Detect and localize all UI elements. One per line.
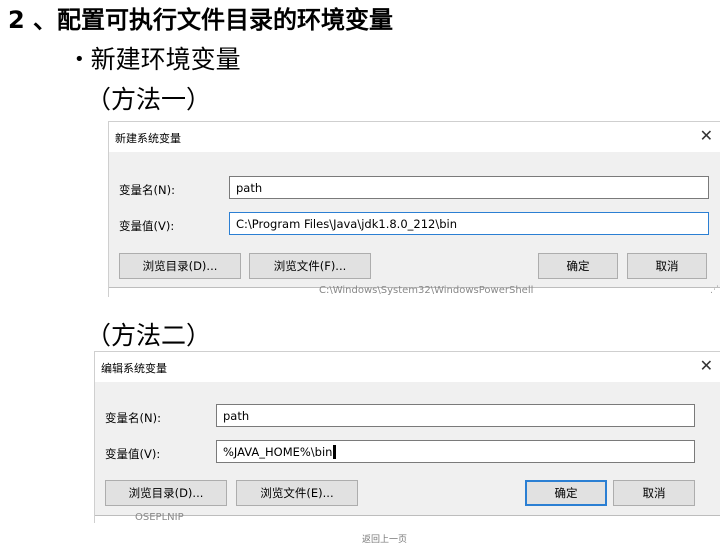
new-variable-dialog: 新建系统变量 ✕ 变量名(N): path 变量值(V): C:\Program… xyxy=(108,121,720,297)
bullet-marker: • xyxy=(74,49,85,70)
variable-name-input[interactable]: path xyxy=(216,404,695,427)
dialog-titlebar: 新建系统变量 ✕ xyxy=(109,122,720,152)
cancel-button[interactable]: 取消 xyxy=(627,253,707,279)
background-window-border xyxy=(95,515,720,516)
browse-file-button[interactable]: 浏览文件(F)... xyxy=(249,253,371,279)
background-window: C:\Windows\System32\WindowsPowerShell xyxy=(109,285,720,297)
browse-file-button[interactable]: 浏览文件(E)... xyxy=(236,480,358,506)
variable-value-input[interactable]: %JAVA_HOME%\bin xyxy=(216,440,695,463)
browse-directory-button[interactable]: 浏览目录(D)... xyxy=(119,253,241,279)
cancel-button[interactable]: 取消 xyxy=(613,480,695,506)
text-caret xyxy=(333,445,337,459)
ok-button[interactable]: 确定 xyxy=(538,253,618,279)
close-icon[interactable]: ✕ xyxy=(700,356,713,375)
variable-value-label: 变量值(V): xyxy=(119,219,175,233)
variable-name-label: 变量名(N): xyxy=(105,411,161,425)
background-window: OSEPLNIP xyxy=(95,512,720,523)
edit-variable-dialog: 编辑系统变量 ✕ 变量名(N): path 变量值(V): %JAVA_HOME… xyxy=(94,351,720,523)
background-window-text: C:\Windows\System32\WindowsPowerShell xyxy=(319,285,534,296)
footer-note[interactable]: 返回上一页 xyxy=(362,532,407,545)
variable-value-text: %JAVA_HOME%\bin xyxy=(223,445,333,459)
resize-grip-icon[interactable]: ⋰ xyxy=(710,285,719,295)
bullet-item: • 新建环境变量 xyxy=(74,40,241,76)
background-window-text: OSEPLNIP xyxy=(135,512,184,523)
close-icon[interactable]: ✕ xyxy=(700,126,713,145)
method-1-label: （方法一） xyxy=(86,85,212,114)
bullet-text: 新建环境变量 xyxy=(90,45,241,74)
variable-name-label: 变量名(N): xyxy=(119,183,175,197)
slide-title: 2 、配置可执行文件目录的环境变量 xyxy=(8,6,394,34)
variable-value-input[interactable]: C:\Program Files\Java\jdk1.8.0_212\bin xyxy=(229,212,709,235)
method-2-label: （方法二） xyxy=(86,321,212,350)
variable-value-label: 变量值(V): xyxy=(105,446,160,462)
variable-name-input[interactable]: path xyxy=(229,176,709,199)
dialog-titlebar: 编辑系统变量 ✕ xyxy=(95,352,720,382)
dialog-title: 新建系统变量 xyxy=(115,132,181,145)
dialog-title: 编辑系统变量 xyxy=(101,362,167,375)
ok-button[interactable]: 确定 xyxy=(525,480,607,506)
variable-value-label-text: 变量值(V): xyxy=(105,447,161,461)
browse-directory-button[interactable]: 浏览目录(D)... xyxy=(105,480,227,506)
